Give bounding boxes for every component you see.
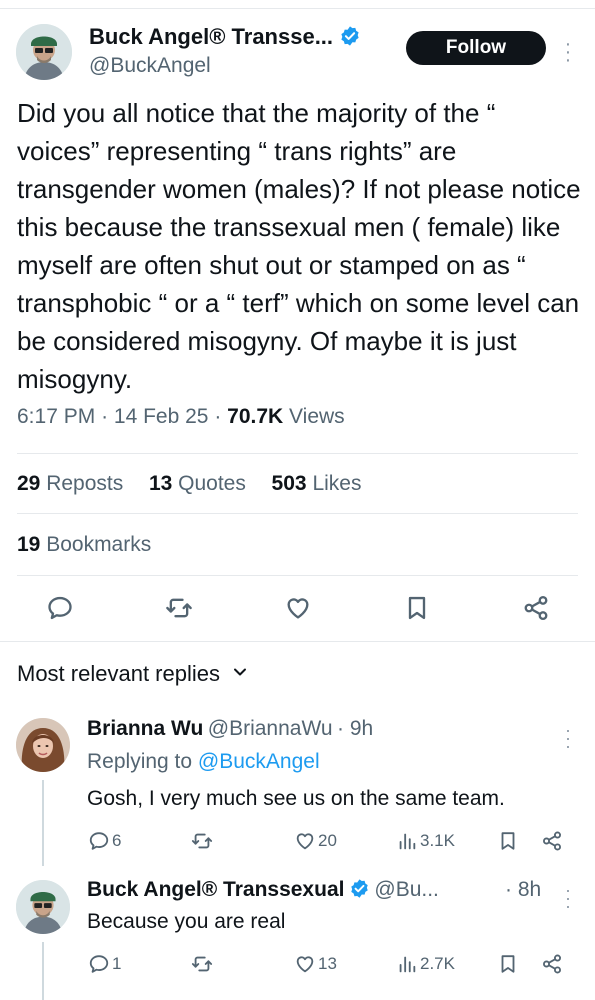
quotes-stat[interactable]: 13 Quotes [149, 472, 246, 495]
tweet-text: Did you all notice that the majority of … [17, 98, 581, 394]
views-count: 3.1K [420, 831, 455, 850]
views-count: 70.7K [227, 405, 284, 428]
reply-bookmark-action[interactable] [497, 953, 519, 975]
author-avatar[interactable] [16, 24, 72, 80]
thread-line [42, 942, 44, 1000]
replying-prefix: Replying to [87, 750, 193, 773]
replies-sort-label: Most relevant replies [17, 661, 220, 686]
reply-author-handle[interactable]: @Bu... [374, 878, 439, 901]
chevron-down-icon [234, 668, 247, 676]
follow-button[interactable]: Follow [406, 31, 546, 65]
reply-text: Because you are real [87, 910, 286, 933]
reply-repost-action[interactable] [191, 953, 213, 975]
verified-badge-icon [341, 26, 359, 46]
reply-time[interactable]: 8h [518, 878, 541, 901]
share-icon [543, 831, 561, 851]
author-name[interactable]: Buck Angel® Transse... [89, 24, 333, 49]
like-count: 13 [318, 954, 337, 973]
section-divider [0, 641, 595, 642]
reply-reply-action[interactable]: 6 [88, 830, 121, 852]
bookmark-icon [501, 955, 515, 973]
like-heart-icon [296, 833, 314, 850]
top-divider [0, 8, 595, 9]
stats-divider [17, 513, 578, 514]
more-options-icon[interactable]: · · · [558, 34, 578, 70]
reply-text: Gosh, I very much see us on the same tea… [87, 787, 505, 810]
reply-more-icon[interactable]: · · · [558, 881, 578, 915]
like-count: 20 [318, 831, 337, 850]
views-chart-icon [399, 833, 416, 850]
reply-share-action[interactable] [541, 830, 563, 852]
reply-author-name[interactable]: Brianna Wu [87, 717, 203, 740]
repost-icon [191, 833, 213, 849]
reply-author-handle[interactable]: @BriannaWu [208, 717, 333, 740]
reply-time[interactable]: 9h [350, 717, 373, 740]
reply-count: 1 [112, 954, 122, 973]
author-handle[interactable]: @BuckAngel [89, 54, 211, 78]
verified-badge-icon [351, 879, 368, 898]
share-icon [543, 954, 561, 974]
views-count: 2.7K [420, 954, 455, 973]
repost-icon[interactable] [165, 594, 193, 622]
engagement-stats: 29 Reposts 13 Quotes 503 Likes [17, 472, 361, 496]
bookmark-icon [501, 832, 515, 850]
reply-header: Buck Angel® Transsexual @Bu... [87, 878, 439, 902]
reply-share-action[interactable] [541, 953, 563, 975]
author-name-row[interactable]: Buck Angel® Transse... [89, 24, 361, 50]
bookmark-icon[interactable] [403, 594, 431, 622]
views-label: Views [289, 405, 345, 428]
reposts-stat[interactable]: 29 Reposts [17, 472, 123, 495]
replying-to: Replying to @BuckAngel [87, 750, 320, 774]
tweet-date[interactable]: 14 Feb 25 [114, 405, 209, 428]
likes-stat[interactable]: 503 Likes [272, 472, 362, 495]
reply-time-wrap: · 8h [505, 878, 542, 901]
meta-divider [17, 453, 578, 454]
reply-header: Brianna Wu @BriannaWu · 9h [87, 717, 374, 740]
reply-reply-action[interactable]: 1 [88, 953, 121, 975]
thread-line [42, 780, 44, 866]
replying-to-handle[interactable]: @BuckAngel [198, 750, 320, 773]
repost-icon [191, 956, 213, 972]
like-heart-icon [296, 956, 314, 973]
reply-author-name[interactable]: Buck Angel® Transsexual [87, 878, 344, 901]
tweet-meta: 6:17 PM · 14 Feb 25 · 70.7K Views [17, 405, 345, 428]
reply-like-action[interactable]: 13 [294, 953, 337, 975]
reply-bookmark-action[interactable] [497, 830, 519, 852]
bookmarks-stat[interactable]: 19 Bookmarks [17, 533, 151, 557]
reply-views-action[interactable]: 3.1K [396, 830, 455, 852]
bookmarks-divider [17, 575, 578, 576]
reply-count: 6 [112, 831, 122, 850]
reply-icon[interactable] [46, 594, 74, 622]
views-chart-icon [399, 956, 416, 973]
reply-icon [89, 955, 109, 973]
reply-avatar[interactable] [16, 718, 70, 772]
share-icon[interactable] [522, 594, 550, 622]
reply-like-action[interactable]: 20 [294, 830, 337, 852]
reply-more-icon[interactable]: · · · [558, 721, 578, 755]
reply-avatar[interactable] [16, 880, 70, 934]
like-heart-icon[interactable] [284, 594, 312, 622]
tweet-time[interactable]: 6:17 PM [17, 405, 95, 428]
reply-views-action[interactable]: 2.7K [396, 953, 455, 975]
replies-sort-dropdown[interactable]: Most relevant replies [17, 661, 248, 687]
reply-icon [89, 832, 109, 850]
reply-repost-action[interactable] [191, 830, 213, 852]
